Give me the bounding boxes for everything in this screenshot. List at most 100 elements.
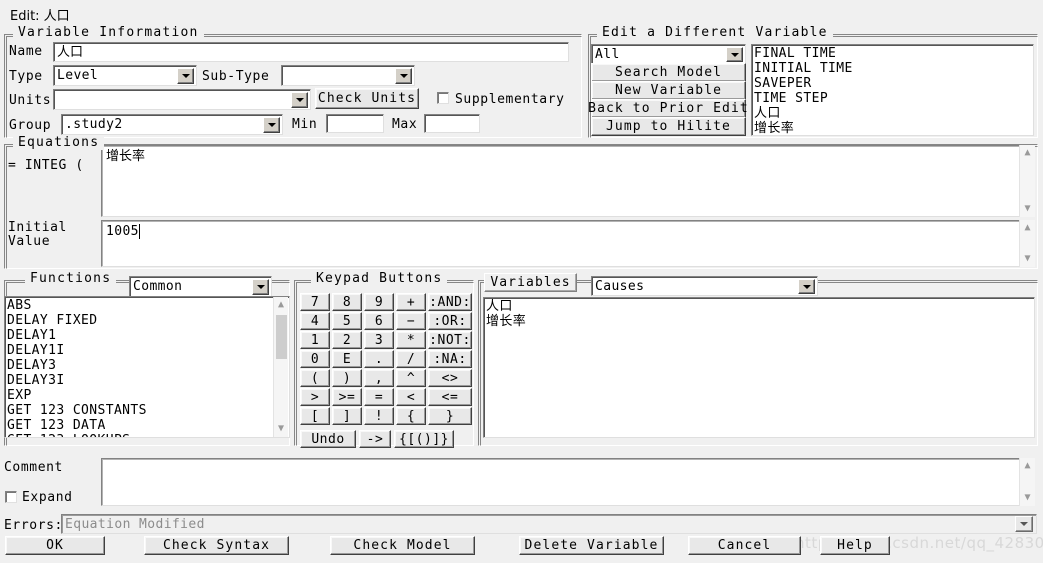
keypad-button-6[interactable]: 6	[364, 312, 394, 330]
scrollbar-thumb[interactable]	[276, 315, 287, 359]
chevron-down-icon[interactable]	[252, 279, 269, 295]
list-item[interactable]: GET 123 LOOKUPS	[7, 433, 287, 437]
keypad-button-not[interactable]: :NOT:	[428, 331, 472, 349]
type-combo[interactable]: Level	[53, 65, 197, 86]
list-item[interactable]: GET 123 CONSTANTS	[7, 403, 287, 418]
scroll-down-icon[interactable]: ▼	[1020, 251, 1035, 267]
list-item[interactable]: DELAY FIXED	[7, 313, 287, 328]
name-input-value[interactable]: 人口	[57, 45, 83, 60]
keypad-button-comma[interactable]: ,	[364, 369, 394, 387]
expand-checkbox[interactable]	[5, 491, 17, 503]
keypad-button-close-bracket[interactable]: ]	[332, 407, 362, 425]
subtype-combo[interactable]	[281, 65, 415, 86]
functions-category-combo[interactable]: Common	[129, 276, 272, 297]
equation-input[interactable]: 增长率	[101, 145, 1021, 217]
chevron-down-icon[interactable]	[177, 68, 194, 84]
chevron-down-icon[interactable]	[291, 92, 308, 108]
keypad-button-greater[interactable]: >	[300, 388, 330, 406]
bracket-group-button[interactable]: {[()]}	[394, 430, 454, 448]
jump-to-hilite-button[interactable]: Jump to Hilite	[591, 117, 746, 136]
keypad-button-2[interactable]: 2	[332, 331, 362, 349]
keypad-button-7[interactable]: 7	[300, 293, 330, 311]
keypad-button-4[interactable]: 4	[300, 312, 330, 330]
check-syntax-button[interactable]: Check Syntax	[144, 536, 289, 555]
arrow-right-button[interactable]: ->	[359, 430, 391, 448]
help-button[interactable]: Help	[820, 536, 890, 555]
list-item[interactable]: DELAY3	[7, 358, 287, 373]
variable-filter-combo[interactable]: All	[591, 44, 746, 64]
keypad-button-open-brace[interactable]: {	[396, 407, 426, 425]
keypad-button-period[interactable]: .	[364, 350, 394, 368]
keypad-button-exclamation[interactable]: !	[364, 407, 394, 425]
list-item[interactable]: 人口	[486, 299, 1032, 314]
keypad-button-greater-equal[interactable]: >=	[332, 388, 362, 406]
chevron-down-icon[interactable]	[395, 68, 412, 84]
keypad-button-plus[interactable]: +	[396, 293, 426, 311]
check-model-button[interactable]: Check Model	[330, 536, 475, 555]
functions-scrollbar[interactable]: ▲ ▼	[273, 297, 288, 437]
ok-button[interactable]: OK	[5, 536, 105, 555]
chevron-down-icon[interactable]	[798, 279, 815, 294]
keypad-button-and[interactable]: :AND:	[428, 293, 472, 311]
cancel-button[interactable]: Cancel	[688, 536, 801, 555]
scroll-up-icon[interactable]: ▲	[1020, 145, 1035, 161]
list-item[interactable]: DELAY1I	[7, 343, 287, 358]
variable-list[interactable]: FINAL TIME INITIAL TIME SAVEPER TIME STE…	[751, 44, 1034, 136]
keypad-button-1[interactable]: 1	[300, 331, 330, 349]
keypad-button-na[interactable]: :NA:	[428, 350, 472, 368]
keypad-button-multiply[interactable]: *	[396, 331, 426, 349]
keypad-button-or[interactable]: :OR:	[428, 312, 472, 330]
list-item[interactable]: 增长率	[486, 314, 1032, 329]
scroll-up-icon[interactable]: ▲	[1020, 220, 1035, 236]
keypad-button-5[interactable]: 5	[332, 312, 362, 330]
keypad-button-divide[interactable]: /	[396, 350, 426, 368]
new-variable-button[interactable]: New Variable	[591, 81, 746, 100]
list-item[interactable]: EXP	[7, 388, 287, 403]
list-item[interactable]: FINAL TIME	[754, 46, 1031, 61]
causes-list[interactable]: 人口 增长率	[483, 297, 1035, 438]
list-item[interactable]: SAVEPER	[754, 76, 1031, 91]
scroll-up-icon[interactable]: ▲	[274, 297, 288, 313]
keypad-button-not-equal[interactable]: <>	[428, 369, 472, 387]
errors-dropdown-button[interactable]	[1015, 516, 1033, 532]
scroll-down-icon[interactable]: ▼	[274, 421, 288, 437]
keypad-button-close-paren[interactable]: )	[332, 369, 362, 387]
causes-combo[interactable]: Causes	[591, 276, 818, 296]
variables-tab[interactable]: Variables	[484, 273, 577, 292]
chevron-down-icon[interactable]	[263, 117, 280, 133]
functions-list[interactable]: ABS DELAY FIXED DELAY1 DELAY1I DELAY3 DE…	[4, 296, 290, 438]
list-item[interactable]: DELAY3I	[7, 373, 287, 388]
delete-variable-button[interactable]: Delete Variable	[519, 536, 664, 555]
keypad-button-close-brace[interactable]: }	[428, 407, 472, 425]
initial-value-scrollbar[interactable]: ▲ ▼	[1019, 220, 1035, 267]
list-item[interactable]: DELAY1	[7, 328, 287, 343]
keypad-button-e[interactable]: E	[332, 350, 362, 368]
units-combo[interactable]	[53, 89, 311, 110]
back-to-prior-edit-button[interactable]: Back to Prior Edit	[588, 99, 748, 118]
keypad-button-caret[interactable]: ^	[396, 369, 426, 387]
keypad-button-3[interactable]: 3	[364, 331, 394, 349]
keypad-button-8[interactable]: 8	[332, 293, 362, 311]
keypad-button-less-equal[interactable]: <=	[428, 388, 472, 406]
group-combo[interactable]: .study2	[61, 114, 283, 135]
scroll-down-icon[interactable]: ▼	[1020, 201, 1035, 217]
comment-input[interactable]	[101, 458, 1021, 506]
keypad-button-minus[interactable]: −	[396, 312, 426, 330]
scroll-up-icon[interactable]: ▲	[1020, 458, 1035, 474]
equation-scrollbar[interactable]: ▲ ▼	[1019, 145, 1035, 217]
supplementary-checkbox[interactable]	[437, 92, 449, 104]
scroll-down-icon[interactable]: ▼	[1020, 490, 1035, 506]
list-item[interactable]: GET 123 DATA	[7, 418, 287, 433]
chevron-down-icon[interactable]	[726, 47, 743, 62]
list-item[interactable]: INITIAL TIME	[754, 61, 1031, 76]
keypad-button-equal[interactable]: =	[364, 388, 394, 406]
keypad-button-0[interactable]: 0	[300, 350, 330, 368]
keypad-button-open-bracket[interactable]: [	[300, 407, 330, 425]
comment-scrollbar[interactable]: ▲ ▼	[1019, 458, 1035, 506]
list-item[interactable]: ABS	[7, 298, 287, 313]
list-item[interactable]: 人口	[754, 106, 1031, 121]
search-model-button[interactable]: Search Model	[591, 63, 746, 82]
check-units-button[interactable]: Check Units	[315, 88, 419, 109]
initial-value-input[interactable]: 1005	[101, 220, 1021, 267]
keypad-button-open-paren[interactable]: (	[300, 369, 330, 387]
